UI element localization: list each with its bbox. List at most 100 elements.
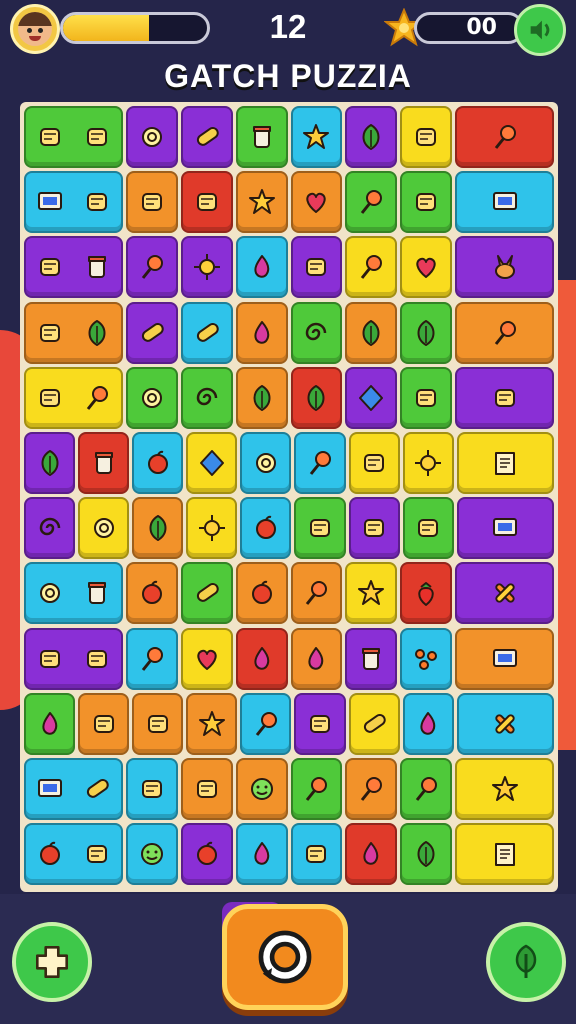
tile[interactable] <box>345 757 398 820</box>
tile[interactable] <box>24 171 123 234</box>
tile[interactable] <box>294 692 346 755</box>
tile[interactable] <box>400 301 453 364</box>
tile[interactable] <box>24 366 123 429</box>
tile[interactable] <box>235 171 288 234</box>
tile[interactable] <box>400 366 453 429</box>
tile[interactable] <box>235 823 288 886</box>
tile[interactable] <box>294 497 346 560</box>
tile[interactable] <box>125 171 178 234</box>
tile[interactable] <box>400 106 453 168</box>
player-avatar[interactable] <box>10 4 60 54</box>
tile[interactable] <box>125 106 178 168</box>
tile[interactable] <box>24 236 123 299</box>
tile[interactable] <box>132 497 184 560</box>
tile[interactable] <box>402 692 454 755</box>
tile[interactable] <box>78 431 130 494</box>
tile[interactable] <box>455 823 555 886</box>
tile[interactable] <box>290 301 343 364</box>
tile[interactable] <box>290 171 343 234</box>
tile[interactable] <box>345 562 398 625</box>
tile[interactable] <box>345 106 398 168</box>
tile[interactable] <box>180 823 233 886</box>
booster-button[interactable] <box>486 922 566 1002</box>
tile[interactable] <box>455 301 555 364</box>
tile[interactable] <box>345 823 398 886</box>
tile[interactable] <box>455 627 555 690</box>
tile[interactable] <box>345 366 398 429</box>
tile[interactable] <box>235 106 288 168</box>
tile[interactable] <box>24 562 123 625</box>
tile[interactable] <box>290 236 343 299</box>
tile[interactable] <box>240 497 292 560</box>
tile[interactable] <box>402 497 454 560</box>
tile[interactable] <box>290 627 343 690</box>
sound-button[interactable] <box>514 4 566 56</box>
tile[interactable] <box>132 692 184 755</box>
tile[interactable] <box>125 236 178 299</box>
tile[interactable] <box>400 823 453 886</box>
tile[interactable] <box>348 431 400 494</box>
tile[interactable] <box>345 236 398 299</box>
tile[interactable] <box>180 366 233 429</box>
tile[interactable] <box>180 301 233 364</box>
tile[interactable] <box>402 431 454 494</box>
tile[interactable] <box>78 692 130 755</box>
tile[interactable] <box>125 562 178 625</box>
tile[interactable] <box>24 301 123 364</box>
tile[interactable] <box>186 692 238 755</box>
tile[interactable] <box>400 627 453 690</box>
tile[interactable] <box>125 627 178 690</box>
tile[interactable] <box>290 106 343 168</box>
tile[interactable] <box>180 627 233 690</box>
tile[interactable] <box>345 627 398 690</box>
tile[interactable] <box>456 497 554 560</box>
tile[interactable] <box>186 497 238 560</box>
tile[interactable] <box>24 627 123 690</box>
tile[interactable] <box>455 106 555 168</box>
tile[interactable] <box>240 431 292 494</box>
tile[interactable] <box>290 757 343 820</box>
tile[interactable] <box>400 236 453 299</box>
tile[interactable] <box>186 431 238 494</box>
tile[interactable] <box>455 757 555 820</box>
tile[interactable] <box>180 236 233 299</box>
tile[interactable] <box>125 366 178 429</box>
tile[interactable] <box>235 301 288 364</box>
tile[interactable] <box>290 562 343 625</box>
tile[interactable] <box>455 366 555 429</box>
tile[interactable] <box>456 431 554 494</box>
tile[interactable] <box>24 692 76 755</box>
hint-button[interactable] <box>12 922 92 1002</box>
tile[interactable] <box>400 757 453 820</box>
tile[interactable] <box>290 823 343 886</box>
tile[interactable] <box>235 627 288 690</box>
tile[interactable] <box>180 106 233 168</box>
tile[interactable] <box>235 562 288 625</box>
tile[interactable] <box>24 757 123 820</box>
tile[interactable] <box>24 106 123 168</box>
tile[interactable] <box>455 171 555 234</box>
tile[interactable] <box>240 692 292 755</box>
tile[interactable] <box>78 497 130 560</box>
tile[interactable] <box>348 692 400 755</box>
tile[interactable] <box>125 757 178 820</box>
tile[interactable] <box>290 366 343 429</box>
tile[interactable] <box>345 171 398 234</box>
tile[interactable] <box>24 823 123 886</box>
tile[interactable] <box>235 757 288 820</box>
rotate-button[interactable] <box>222 904 348 1010</box>
tile[interactable] <box>24 497 76 560</box>
tile[interactable] <box>455 236 555 299</box>
tile[interactable] <box>456 692 554 755</box>
tile[interactable] <box>180 757 233 820</box>
tile[interactable] <box>24 431 76 494</box>
tile[interactable] <box>235 236 288 299</box>
tile[interactable] <box>348 497 400 560</box>
tile[interactable] <box>400 562 453 625</box>
tile[interactable] <box>235 366 288 429</box>
tile[interactable] <box>400 171 453 234</box>
tile[interactable] <box>455 562 555 625</box>
tile[interactable] <box>294 431 346 494</box>
tile[interactable] <box>125 823 178 886</box>
tile[interactable] <box>345 301 398 364</box>
